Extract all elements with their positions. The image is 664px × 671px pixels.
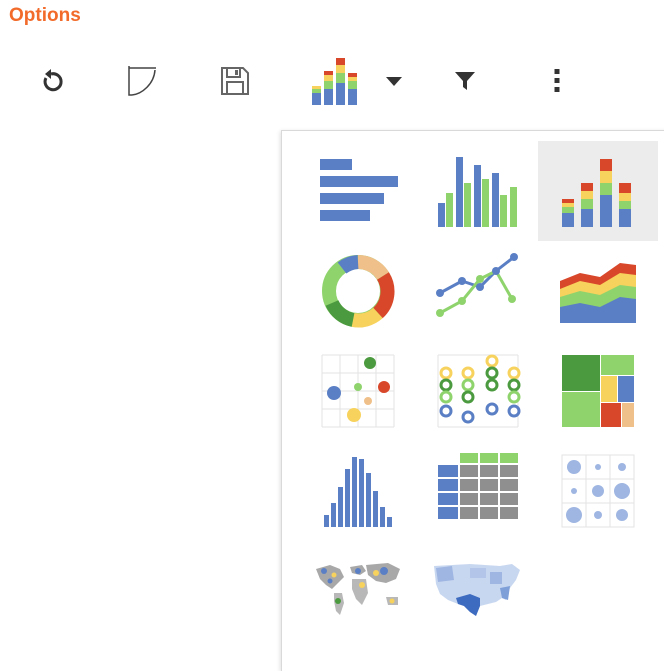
chart-option-bubble-grid[interactable] — [538, 441, 658, 541]
chart-option-stacked-bar[interactable] — [538, 141, 658, 241]
stacked-bar-chart-icon — [562, 159, 631, 227]
save-icon — [221, 67, 249, 95]
refresh-button[interactable] — [34, 66, 68, 98]
chart-option-world-map[interactable] — [298, 541, 418, 641]
chart-option-donut[interactable] — [298, 241, 418, 341]
grouped-bar-chart-icon — [438, 157, 517, 227]
dot-grid-chart-icon — [437, 354, 521, 428]
table-chart-icon — [438, 453, 518, 519]
chart-option-line[interactable] — [418, 241, 538, 341]
redraw-icon — [128, 66, 156, 96]
chart-option-us-map[interactable] — [418, 541, 538, 641]
chart-option-histogram[interactable] — [298, 441, 418, 541]
filter-icon — [455, 72, 475, 90]
refresh-icon — [43, 69, 63, 92]
more-vert-icon — [554, 69, 560, 92]
chart-type-dropdown — [281, 130, 664, 671]
chart-option-dot-grid[interactable] — [418, 341, 538, 441]
horizontal-bar-chart-icon — [320, 159, 398, 221]
chart-option-treemap[interactable] — [538, 341, 658, 441]
save-button[interactable] — [216, 62, 254, 100]
line-chart-icon — [436, 253, 518, 317]
chevron-down-icon[interactable] — [384, 75, 404, 87]
scatter-chart-icon — [321, 354, 395, 428]
world-map-chart-icon — [316, 563, 400, 615]
histogram-chart-icon — [324, 457, 392, 527]
bubble-grid-chart-icon — [561, 454, 635, 528]
chart-option-stacked-area[interactable] — [538, 241, 658, 341]
chart-type-button[interactable] — [306, 54, 410, 108]
donut-chart-icon — [322, 254, 395, 328]
redraw-button[interactable] — [122, 62, 162, 100]
chart-option-grouped-bar[interactable] — [418, 141, 538, 241]
stacked-area-chart-icon — [560, 263, 636, 323]
chart-type-icon — [312, 58, 357, 105]
chart-option-table[interactable] — [418, 441, 538, 541]
more-options-button[interactable] — [542, 64, 572, 98]
us-map-chart-icon — [434, 564, 520, 616]
chart-option-horizontal-bar[interactable] — [298, 141, 418, 241]
options-title: Options — [9, 5, 81, 26]
treemap-chart-icon — [562, 355, 634, 427]
filter-button[interactable] — [450, 66, 480, 96]
chart-option-scatter[interactable] — [298, 341, 418, 441]
